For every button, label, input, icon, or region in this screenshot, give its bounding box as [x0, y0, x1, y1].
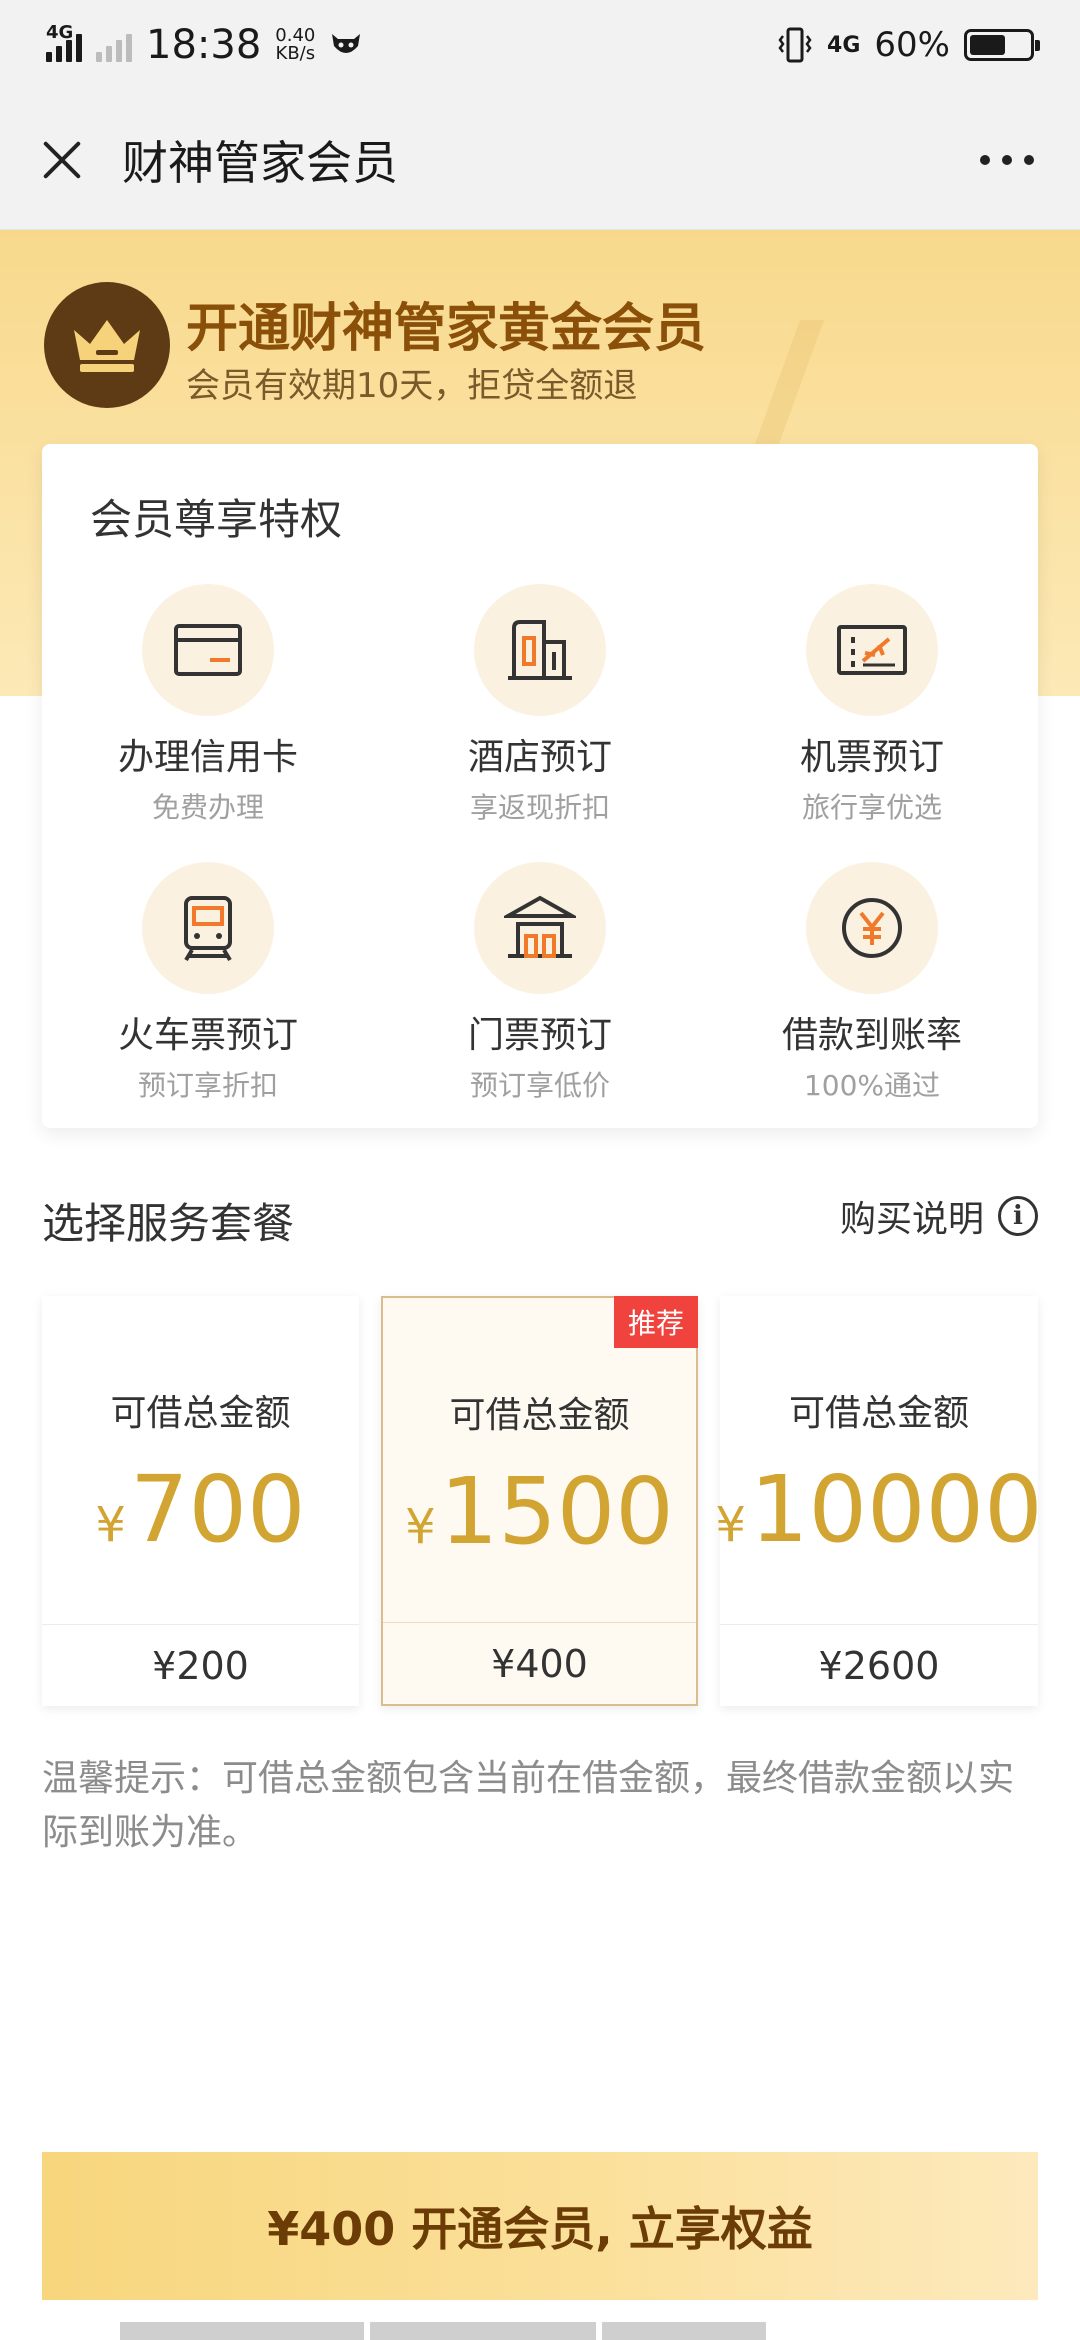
- package-option-1500[interactable]: 推荐 可借总金额 ¥1500 ¥400: [381, 1296, 698, 1706]
- hero-title: 开通财神管家黄金会员: [186, 299, 707, 359]
- recommend-badge: 推荐: [613, 1296, 698, 1348]
- package-amount: ¥700: [95, 1456, 306, 1563]
- battery-icon: [964, 29, 1040, 61]
- package-option-700[interactable]: 可借总金额 ¥700 ¥200: [42, 1296, 359, 1706]
- network-speed: 0.40 KB/s: [275, 25, 316, 64]
- privileges-card: 会员尊享特权 办理信用卡 免费办理 酒店预订 享返现折扣 机票预订 旅行享优选 …: [42, 444, 1038, 1128]
- info-icon: i: [998, 1196, 1038, 1236]
- package-amount: ¥10000: [715, 1456, 1043, 1563]
- warm-tip: 温馨提示：可借总金额包含当前在借金额，最终借款金额以实际到账为准。: [42, 1758, 1015, 1853]
- credit-card-icon: [142, 584, 274, 716]
- battery-percent: 60%: [874, 25, 950, 65]
- flight-ticket-icon: [806, 584, 938, 716]
- package-label: 可借总金额: [449, 1395, 630, 1436]
- privilege-flight[interactable]: 机票预订 旅行享优选: [706, 584, 1038, 826]
- package-list: 可借总金额 ¥700 ¥200 推荐 可借总金额 ¥1500 ¥400 可借总金…: [42, 1296, 1043, 1706]
- mascot-icon: [332, 34, 361, 53]
- hotel-icon: [474, 584, 606, 716]
- bottom-strip: [0, 2322, 1080, 2340]
- hero-subtitle: 会员有效期10天，拒贷全额退: [186, 366, 638, 406]
- packages-title: 选择服务套餐: [42, 1199, 295, 1248]
- privilege-loan-rate[interactable]: 借款到账率 100%通过: [706, 862, 1038, 1104]
- buy-info-link[interactable]: 购买说明 i: [840, 1190, 1038, 1242]
- clock: 18:38: [146, 22, 262, 68]
- signal-icon-secondary: [96, 28, 132, 62]
- attraction-ticket-icon: [474, 862, 606, 994]
- privileges-title: 会员尊享特权: [90, 495, 343, 544]
- status-bar: 4G 18:38 0.40 KB/s 4G 60%: [0, 0, 1080, 90]
- close-icon[interactable]: [36, 135, 86, 185]
- page-title: 财神管家会员: [122, 135, 398, 190]
- more-menu-icon[interactable]: [980, 154, 1034, 165]
- package-price: ¥400: [383, 1622, 696, 1704]
- membership-page: 4G 18:38 0.40 KB/s 4G 60% 财神管家会员 开通财神管家黄…: [0, 0, 1080, 2340]
- vibrate-icon: [778, 27, 812, 63]
- network-type: 4G: [827, 32, 861, 58]
- package-label: 可借总金额: [788, 1393, 969, 1434]
- crown-icon: [44, 282, 170, 408]
- package-price: ¥2600: [720, 1624, 1038, 1706]
- privilege-credit-card[interactable]: 办理信用卡 免费办理: [42, 584, 374, 826]
- package-amount: ¥1500: [405, 1458, 674, 1565]
- privilege-attraction[interactable]: 门票预订 预订享低价: [374, 862, 706, 1104]
- activate-membership-button[interactable]: ¥400 开通会员, 立享权益: [42, 2152, 1038, 2300]
- train-icon: [142, 862, 274, 994]
- privilege-train[interactable]: 火车票预订 预订享折扣: [42, 862, 374, 1104]
- nav-bar: 财神管家会员: [0, 90, 1080, 230]
- signal-icon: 4G: [46, 22, 82, 62]
- privilege-hotel[interactable]: 酒店预订 享返现折扣: [374, 584, 706, 826]
- package-option-10000[interactable]: 可借总金额 ¥10000 ¥2600: [715, 1296, 1043, 1706]
- package-price: ¥200: [42, 1624, 359, 1706]
- buy-info-label: 购买说明: [839, 1199, 984, 1240]
- package-label: 可借总金额: [110, 1393, 291, 1434]
- yuan-coin-icon: [806, 862, 938, 994]
